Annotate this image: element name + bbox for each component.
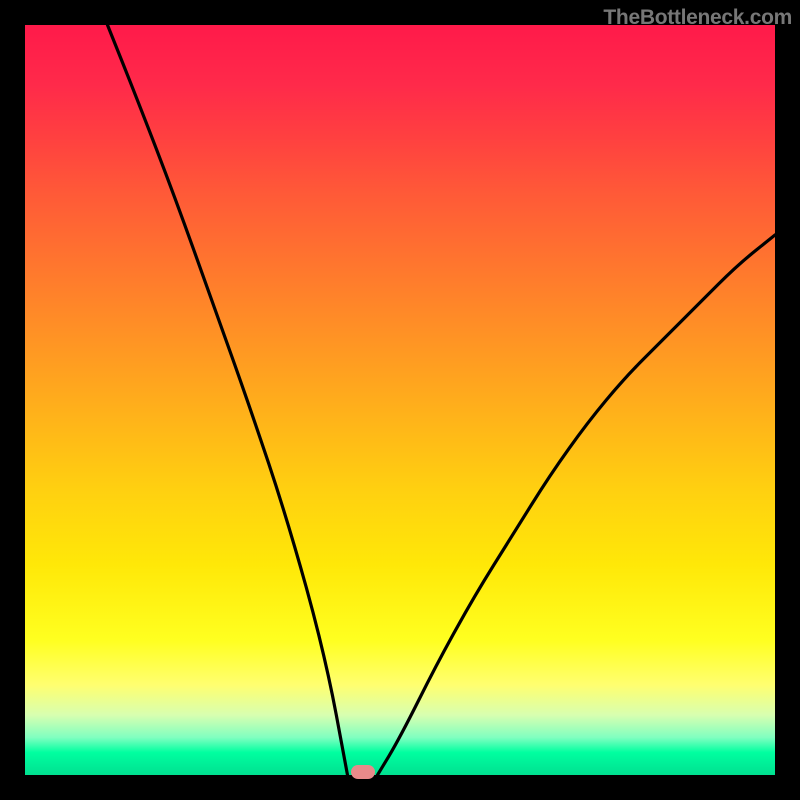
plot-area	[25, 25, 775, 775]
chart-container: TheBottleneck.com	[0, 0, 800, 800]
bottleneck-curve-right	[378, 235, 776, 775]
curve-svg	[25, 25, 775, 775]
bottleneck-curve-left	[108, 25, 348, 775]
optimal-marker	[351, 765, 375, 779]
